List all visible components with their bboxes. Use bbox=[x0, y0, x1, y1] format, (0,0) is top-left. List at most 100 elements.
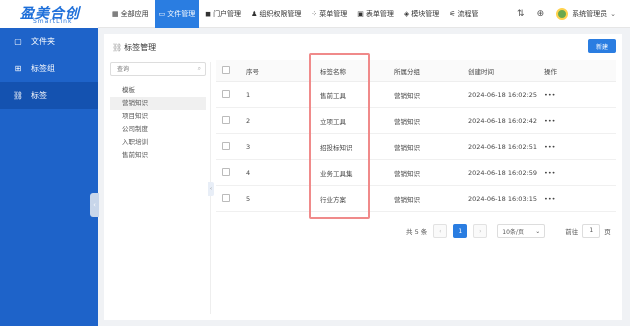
sidebar-item-2[interactable]: ⛓ 标签 bbox=[0, 82, 98, 109]
sidebar-item-label: 标签组 bbox=[31, 64, 55, 73]
prev-page-button[interactable]: ‹ bbox=[433, 224, 448, 238]
row-more-button[interactable]: ••• bbox=[542, 117, 616, 125]
top-right-tools: ⇅ ⊕ 系统管理员 ⌄ bbox=[505, 0, 616, 28]
nav-item-3[interactable]: ♟ 组织权限管理 bbox=[247, 0, 305, 28]
cell-group: 营销知识 bbox=[394, 195, 420, 204]
row-checkbox[interactable] bbox=[222, 115, 230, 124]
row-checkbox-cell bbox=[216, 115, 246, 126]
table-row: 2 立项工具 营销知识 2024-06-18 16:02:42 ••• bbox=[216, 108, 616, 134]
row-more-button[interactable]: ••• bbox=[542, 195, 616, 203]
table-row: 3 招投标知识 营销知识 2024-06-18 16:02:51 ••• bbox=[216, 134, 616, 160]
sort-icon[interactable]: ⇅ bbox=[517, 9, 525, 19]
user-name[interactable]: 系统管理员 bbox=[572, 9, 607, 19]
nav-icon: ♟ bbox=[251, 10, 258, 18]
cell-time: 2024-06-18 16:02:59 bbox=[468, 168, 538, 177]
nav-icon: ▦ bbox=[112, 10, 119, 18]
table-row: 5 行业方案 营销知识 2024-06-18 16:03:15 ••• bbox=[216, 186, 616, 212]
nav-label: 表单管理 bbox=[365, 10, 394, 18]
page-size-select[interactable]: 10条/页 ⌄ bbox=[497, 224, 546, 238]
row-checkbox-cell bbox=[216, 193, 246, 204]
row-checkbox-cell bbox=[216, 141, 246, 152]
goto-label: 前往 bbox=[565, 228, 579, 236]
row-more-button[interactable]: ••• bbox=[542, 91, 616, 99]
nav-item-5[interactable]: ▣ 表单管理 bbox=[353, 0, 398, 28]
settings-icon[interactable]: ⊕ bbox=[537, 9, 545, 19]
nav-label: 全部应用 bbox=[120, 10, 149, 18]
nav-icon: ⁘ bbox=[311, 10, 318, 18]
logo-subtitle: SmartLink bbox=[33, 18, 73, 25]
nav-label: 菜单管理 bbox=[319, 10, 348, 18]
header-op: 操作 bbox=[544, 67, 557, 76]
select-all-checkbox[interactable] bbox=[222, 65, 230, 74]
tree-item[interactable]: 项目知识 bbox=[110, 110, 206, 123]
nav-label: 组织权限管理 bbox=[259, 10, 302, 18]
nav-item-0[interactable]: ▦ 全部应用 bbox=[108, 0, 153, 28]
page-title-text: 标签管理 bbox=[124, 43, 157, 52]
nav-label: 文件管理 bbox=[167, 10, 196, 18]
new-button[interactable]: 新建 bbox=[588, 39, 616, 53]
sidebar-item-label: 文件夹 bbox=[31, 37, 55, 46]
cell-group: 营销知识 bbox=[394, 143, 420, 152]
nav-icon: ⚟ bbox=[449, 10, 456, 18]
group-tree: ⌕ 模板营销知识项目知识公司制度入职培训售前知识 bbox=[110, 62, 206, 162]
next-page-button[interactable]: › bbox=[473, 224, 488, 238]
sidebar-icon: ▢ bbox=[14, 37, 22, 46]
chevron-down-icon: ⌄ bbox=[535, 227, 541, 235]
cell-group: 营销知识 bbox=[394, 169, 420, 178]
pagination: 共 5 条 ‹ 1 › 10条/页 ⌄ 前往 1 页 bbox=[406, 224, 611, 238]
page-title: ⛓ 标签管理 bbox=[112, 42, 156, 53]
page-number-button[interactable]: 1 bbox=[453, 224, 468, 238]
header-time: 创建时间 bbox=[468, 67, 494, 76]
search-icon[interactable]: ⌕ bbox=[198, 65, 201, 73]
cell-time: 2024-06-18 16:02:42 bbox=[468, 116, 538, 125]
tree-item[interactable]: 公司制度 bbox=[110, 123, 206, 136]
nav-item-6[interactable]: ◈ 模块管理 bbox=[400, 0, 443, 28]
nav-item-1[interactable]: ▭ 文件管理 bbox=[154, 0, 200, 28]
nav-icon: ◼ bbox=[205, 10, 212, 18]
sidebar-collapse-button[interactable]: ‹ bbox=[90, 193, 99, 217]
nav-item-4[interactable]: ⁘ 菜单管理 bbox=[307, 0, 351, 28]
tree-search[interactable]: ⌕ bbox=[110, 62, 206, 76]
link-icon: ⛓ bbox=[112, 43, 123, 52]
tree-item[interactable]: 入职培训 bbox=[110, 136, 206, 149]
tree-item[interactable]: 营销知识 bbox=[110, 97, 206, 110]
row-checkbox-cell bbox=[216, 167, 246, 178]
row-checkbox[interactable] bbox=[222, 141, 230, 150]
sidebar-item-0[interactable]: ▢ 文件夹 bbox=[0, 28, 98, 55]
row-checkbox[interactable] bbox=[222, 193, 230, 202]
cell-time: 2024-06-18 16:02:51 bbox=[468, 142, 538, 151]
table-header: 序号 标签名称 所属分组 创建时间 操作 bbox=[216, 60, 616, 82]
goto-page-input[interactable]: 1 bbox=[582, 224, 601, 238]
avatar[interactable] bbox=[556, 8, 569, 20]
table-row: 1 售前工具 营销知识 2024-06-18 16:02:25 ••• bbox=[216, 82, 616, 108]
table-row: 4 业务工具集 营销知识 2024-06-18 16:02:59 ••• bbox=[216, 160, 616, 186]
total-count: 共 5 条 bbox=[406, 228, 428, 236]
nav-label: 流程管 bbox=[457, 10, 479, 18]
goto-suffix: 页 bbox=[604, 228, 611, 236]
cell-group: 营销知识 bbox=[394, 91, 420, 100]
header-group: 所属分组 bbox=[394, 67, 420, 76]
sidebar-item-label: 标签 bbox=[31, 91, 47, 100]
row-checkbox[interactable] bbox=[222, 89, 230, 98]
row-more-button[interactable]: ••• bbox=[542, 143, 616, 151]
row-checkbox[interactable] bbox=[222, 167, 230, 176]
tree-search-input[interactable] bbox=[111, 63, 191, 75]
nav-label: 门户管理 bbox=[213, 10, 242, 18]
highlight-box bbox=[309, 53, 370, 219]
sidebar-icon: ⊞ bbox=[14, 64, 22, 73]
nav-item-2[interactable]: ◼ 门户管理 bbox=[201, 0, 245, 28]
sidebar-item-1[interactable]: ⊞ 标签组 bbox=[0, 55, 98, 82]
tree-item[interactable]: 模板 bbox=[110, 84, 206, 97]
tree-item[interactable]: 售前知识 bbox=[110, 149, 206, 162]
page-size-value: 10条/页 bbox=[502, 228, 524, 236]
row-more-button[interactable]: ••• bbox=[542, 169, 616, 177]
sidebar-icon: ⛓ bbox=[12, 91, 24, 100]
nav-icon: ▣ bbox=[357, 10, 364, 18]
tree-collapse-handle[interactable]: ‹ bbox=[208, 182, 214, 196]
tag-table: 序号 标签名称 所属分组 创建时间 操作 1 售前工具 营销知识 2024-06-18… bbox=[216, 60, 616, 212]
top-nav: ▦ 全部应用 ▭ 文件管理 ◼ 门户管理 ♟ 组织权限管理 ⁘ 菜单管理 ▣ 表单管理 ◈ 模块管理 ⚟ 流程… bbox=[108, 0, 485, 28]
logo: 盈美合创 SmartLink bbox=[0, 0, 98, 28]
nav-label: 模块管理 bbox=[411, 10, 440, 18]
nav-item-7[interactable]: ⚟ 流程管 bbox=[445, 0, 482, 28]
chevron-down-icon[interactable]: ⌄ bbox=[610, 10, 616, 18]
